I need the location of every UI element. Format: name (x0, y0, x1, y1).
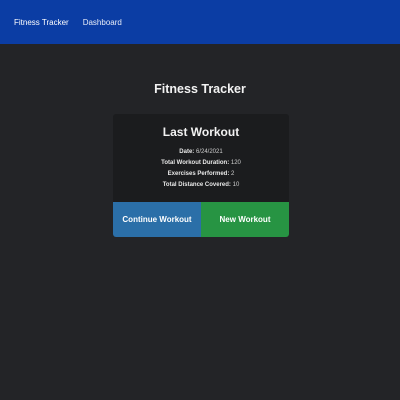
page-title: Fitness Tracker (154, 82, 246, 96)
new-workout-button[interactable]: New Workout (201, 202, 289, 237)
last-workout-card: Last Workout Date: 6/24/2021 Total Worko… (113, 114, 289, 237)
last-workout-title: Last Workout (162, 125, 240, 139)
stat-label: Exercises Performed: (167, 171, 230, 177)
nav-brand-link[interactable]: Fitness Tracker (14, 18, 69, 27)
stat-value: 120 (230, 160, 241, 166)
stat-label: Total Distance Covered: (162, 182, 231, 188)
stat-label: Total Workout Duration: (161, 160, 230, 166)
stat-value: 2 (231, 171, 235, 177)
continue-workout-button[interactable]: Continue Workout (113, 202, 201, 237)
stat-value: 10 (232, 182, 240, 188)
stat-date: Date: 6/24/2021 (113, 147, 289, 158)
stat-value: 6/24/2021 (195, 149, 223, 155)
nav-link-dashboard[interactable]: Dashboard (83, 18, 122, 27)
stat-exercises-performed: Exercises Performed: 2 (113, 169, 289, 180)
stat-label: Date: (179, 149, 195, 155)
card-actions: Continue Workout New Workout (113, 202, 289, 237)
workout-stats: Date: 6/24/2021 Total Workout Duration: … (113, 147, 289, 191)
stat-total-duration: Total Workout Duration: 120 (113, 158, 289, 169)
navbar: Fitness Tracker Dashboard (0, 0, 400, 44)
stat-total-distance: Total Distance Covered: 10 (113, 180, 289, 191)
